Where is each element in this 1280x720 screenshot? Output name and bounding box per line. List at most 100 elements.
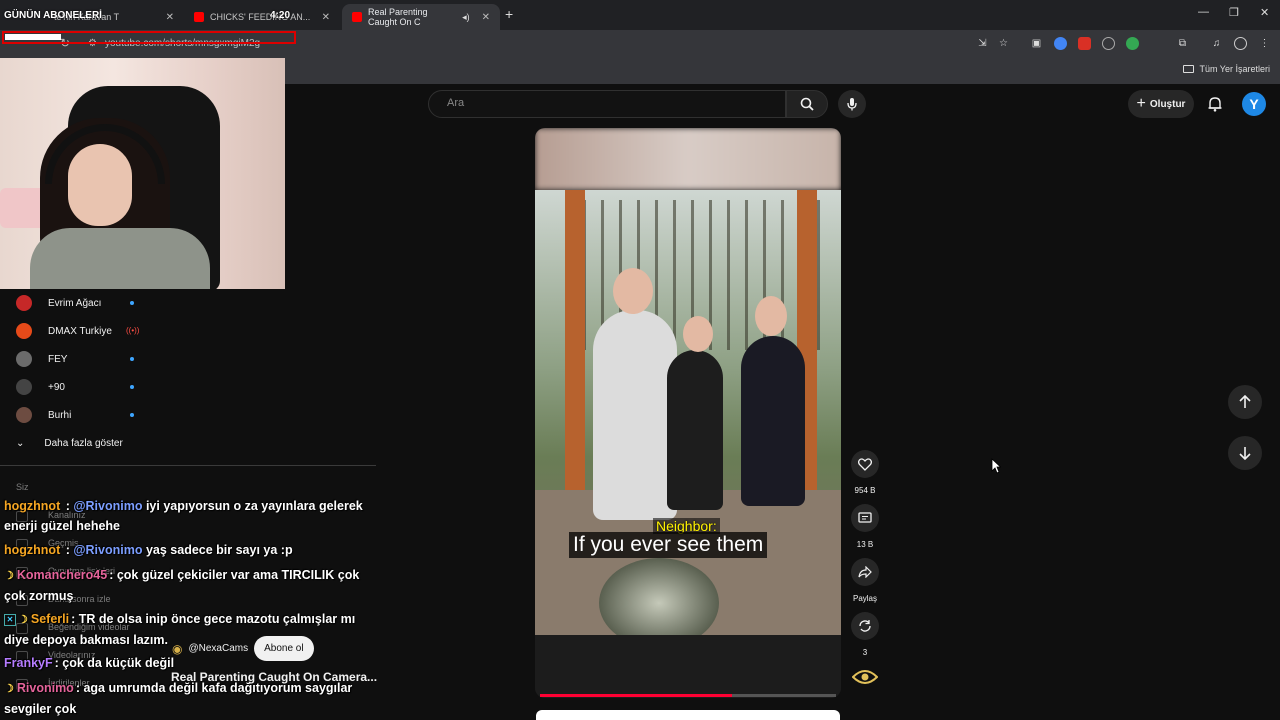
- channel-avatar: [16, 295, 32, 311]
- remix-icon: [859, 620, 871, 632]
- streamer-shirt: [30, 228, 210, 289]
- chat-mention: @Rivonimo: [73, 499, 143, 513]
- extension-icon[interactable]: [1102, 37, 1115, 50]
- browser-tab-active[interactable]: Real Parenting Caught On C ◂) ✕: [342, 4, 500, 30]
- chat-mention: @Rivonimo: [73, 543, 143, 557]
- previous-short-button[interactable]: [1228, 385, 1262, 419]
- moon-emoji-icon: ☽: [4, 570, 14, 582]
- eye-logo-icon: [852, 670, 878, 684]
- speaker-icon[interactable]: ◂): [462, 12, 470, 23]
- remix-button[interactable]: [851, 612, 879, 640]
- close-tab-icon[interactable]: ✕: [166, 12, 174, 23]
- show-more-label: Daha fazla göster: [44, 437, 123, 449]
- video-progress-fill: [540, 694, 733, 697]
- extension-icon[interactable]: [1054, 37, 1067, 50]
- channel-name: +90: [48, 381, 65, 393]
- new-content-dot: [130, 301, 134, 305]
- sidebar-sub-item[interactable]: Burhi: [16, 405, 71, 425]
- next-short-button[interactable]: [1228, 436, 1262, 470]
- all-bookmarks-label: Tüm Yer İşaretleri: [1199, 64, 1270, 74]
- webcam-overlay: [0, 58, 285, 289]
- search-icon: [800, 97, 814, 111]
- close-window-icon[interactable]: ✕: [1260, 6, 1269, 19]
- create-button[interactable]: + Oluştur: [1128, 90, 1194, 118]
- subscribe-button[interactable]: Abone ol: [254, 636, 314, 661]
- chat-message: hogzhnot : @Rivonimo yaş sadece bir sayı…: [4, 543, 293, 557]
- channel-row: ◉ @NexaCams Abone ol: [172, 636, 314, 661]
- live-icon: ((•)): [126, 326, 140, 335]
- extension-icon[interactable]: [1126, 37, 1139, 50]
- media-control-icon[interactable]: ♫: [1210, 37, 1223, 50]
- new-content-dot: [130, 357, 134, 361]
- share-action[interactable]: Paylaş: [850, 558, 880, 603]
- new-content-dot: [130, 385, 134, 389]
- bell-icon: [1208, 97, 1222, 112]
- video-title[interactable]: Real Parenting Caught On Camera...: [171, 670, 377, 684]
- next-video-peek: [536, 710, 840, 720]
- browser-tab-2[interactable]: CHICKS' FEEDING AN... ✕: [184, 4, 340, 30]
- person-girl: [593, 310, 677, 520]
- stream-overlay-title: GÜNÜN ABONELERİ: [4, 10, 102, 21]
- all-bookmarks-button[interactable]: Tüm Yer İşaretleri: [1183, 64, 1270, 74]
- stream-overlay-bar: [5, 34, 61, 40]
- maximize-icon[interactable]: ❐: [1229, 6, 1239, 19]
- channel-name: FEY: [48, 353, 68, 365]
- share-button[interactable]: [851, 558, 879, 586]
- browser-tab-bar: te'nin Karavan T ✕ CHICKS' FEEDING AN...…: [0, 0, 1280, 30]
- bookmark-star-icon[interactable]: ☆: [997, 37, 1010, 50]
- like-action[interactable]: 954 B: [850, 450, 880, 495]
- profile-icon[interactable]: [1234, 37, 1247, 50]
- channel-handle[interactable]: @NexaCams: [188, 643, 248, 654]
- minimize-icon[interactable]: —: [1198, 6, 1209, 18]
- person-head: [755, 296, 787, 336]
- channel-eye-action[interactable]: [850, 668, 880, 686]
- show-more-button[interactable]: ⌄ Daha fazla göster: [16, 433, 123, 453]
- microphone-icon: [847, 98, 857, 111]
- eye-icon: ◉: [172, 641, 183, 656]
- like-button[interactable]: [851, 450, 879, 478]
- close-tab-icon[interactable]: ✕: [322, 12, 330, 23]
- chat-message: ☽ Rivonimo: aga umrumda değil kafa dağıtı…: [4, 678, 374, 719]
- new-tab-icon[interactable]: +: [505, 6, 513, 22]
- person-boy-1: [667, 350, 723, 510]
- comment-action[interactable]: 13 B: [850, 504, 880, 549]
- search-input[interactable]: Ara: [428, 90, 786, 118]
- channel-avatar: [16, 407, 32, 423]
- video-progress-bar[interactable]: [540, 694, 836, 697]
- notifications-button[interactable]: [1206, 95, 1224, 113]
- remix-action[interactable]: 3: [850, 612, 880, 657]
- sidebar-sub-item[interactable]: Evrim Ağacı: [16, 293, 101, 313]
- subscriber-badge-icon: ✕: [4, 613, 16, 626]
- tab-2-label: CHICKS' FEEDING AN...: [210, 12, 311, 22]
- extensions-puzzle-icon[interactable]: ⧉: [1176, 37, 1189, 50]
- channel-avatar: [16, 379, 32, 395]
- chat-username: FrankyF: [4, 656, 53, 670]
- sidebar-sub-item[interactable]: DMAX Turkiye: [16, 321, 112, 341]
- comment-button[interactable]: [851, 504, 879, 532]
- account-avatar[interactable]: Y: [1242, 92, 1266, 116]
- create-label: Oluştur: [1149, 98, 1186, 110]
- voice-search-button[interactable]: [838, 90, 866, 118]
- sidebar-sub-item[interactable]: FEY: [16, 349, 67, 369]
- search-button[interactable]: [786, 90, 828, 118]
- channel-avatar: [16, 323, 32, 339]
- extension-icon[interactable]: ▣: [1030, 37, 1043, 50]
- like-count: 954 B: [854, 486, 876, 495]
- arrow-up-icon: [1239, 395, 1251, 408]
- sidebar-section-you[interactable]: Siz: [16, 482, 29, 492]
- channel-avatar: [16, 351, 32, 367]
- channel-name: DMAX Turkiye: [48, 325, 112, 337]
- youtube-favicon-icon: [194, 12, 204, 22]
- shorts-video-player[interactable]: Neighbor: If you ever see them: [535, 128, 841, 698]
- menu-kebab-icon[interactable]: ⋮: [1258, 37, 1271, 50]
- folder-icon: [1183, 65, 1195, 73]
- sidebar-sub-item[interactable]: +90: [16, 377, 65, 397]
- extension-icon[interactable]: [1078, 37, 1091, 50]
- install-app-icon[interactable]: ⇲: [976, 37, 989, 50]
- comment-icon: [858, 511, 872, 523]
- youtube-favicon-icon: [352, 12, 362, 22]
- close-tab-icon[interactable]: ✕: [482, 12, 490, 23]
- arrow-down-icon: [1239, 447, 1251, 460]
- porch-post: [565, 190, 585, 490]
- chat-text: : çok da küçük değil: [54, 656, 175, 670]
